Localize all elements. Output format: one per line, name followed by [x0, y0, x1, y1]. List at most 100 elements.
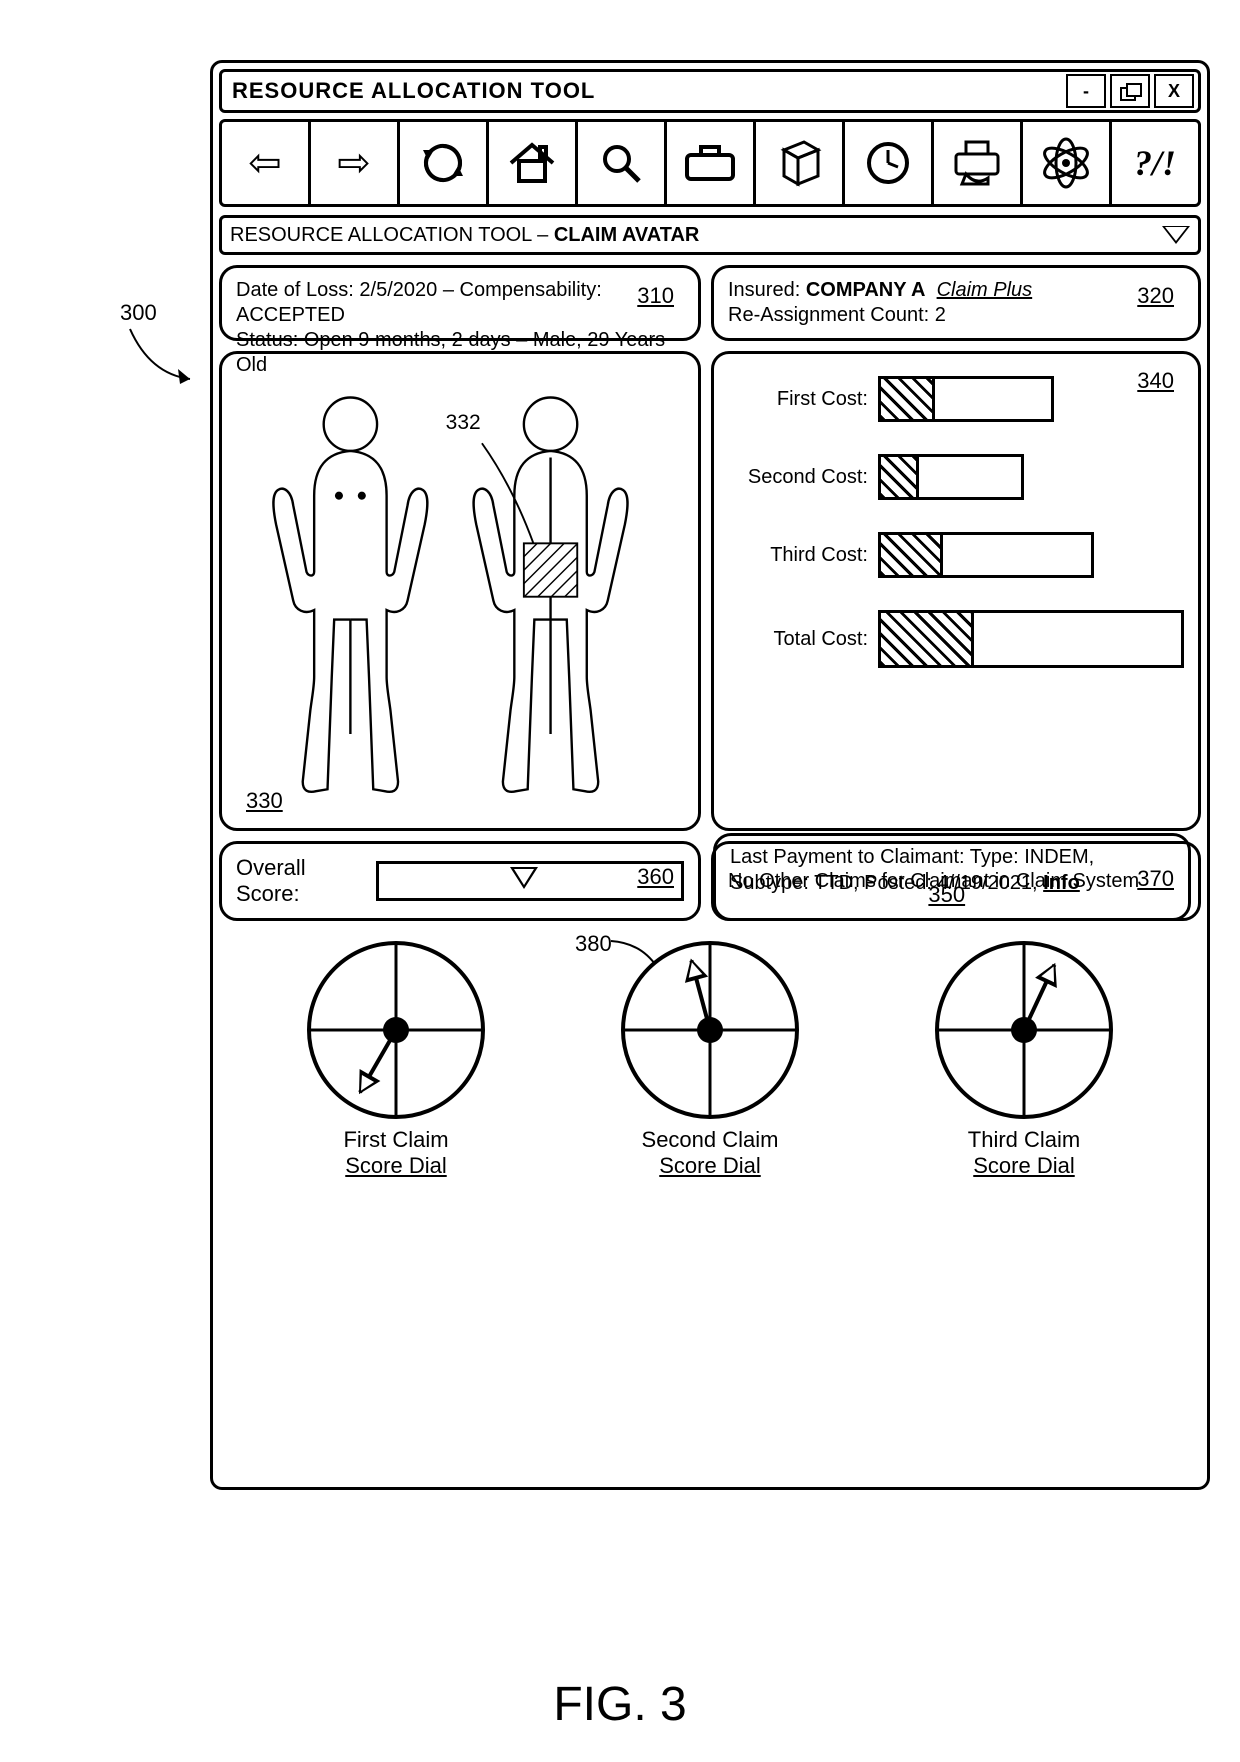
claim-header-panel: 310 Date of Loss: 2/5/2020 – Compensabil…: [219, 265, 701, 341]
bar-label-4: Total Cost:: [728, 628, 868, 651]
dial-3-label-line1: Third Claim: [968, 1127, 1080, 1152]
content-grid: 310 Date of Loss: 2/5/2020 – Compensabil…: [219, 265, 1201, 921]
search-button[interactable]: [578, 122, 667, 204]
bar-label-1: First Cost:: [728, 388, 868, 411]
briefcase-icon: [683, 143, 737, 183]
window-minimize-button[interactable]: -: [1066, 74, 1106, 108]
dial-3-wrap: Third Claim Score Dial: [935, 941, 1113, 1180]
ref-340: 340: [1137, 368, 1174, 394]
bar-4: [878, 610, 1184, 668]
forward-icon: ⇨: [337, 140, 371, 186]
bar-1: [878, 376, 1054, 422]
overall-score-panel: Overall Score: 360: [219, 841, 701, 921]
p320-line2: Re-Assignment Count: 2: [728, 303, 1184, 328]
figure-reference-300: 300: [120, 300, 210, 400]
ref-380: 380: [575, 931, 612, 957]
refresh-icon: [420, 140, 466, 186]
home-button[interactable]: [489, 122, 578, 204]
first-claim-score-dial[interactable]: [307, 941, 485, 1119]
dial-1-wrap: First Claim Score Dial: [307, 941, 485, 1180]
dial-2-label-line2: Score Dial: [659, 1153, 760, 1178]
close-icon: X: [1168, 81, 1180, 102]
dol-value: 2/5/2020: [359, 279, 437, 301]
ref-320: 320: [1137, 282, 1174, 310]
claim-plus-link[interactable]: Claim Plus: [937, 279, 1033, 301]
ref-360: 360: [637, 864, 674, 890]
window-restore-button[interactable]: [1110, 74, 1150, 108]
bar-row-4: Total Cost:: [728, 610, 1184, 668]
dial-hub-icon: [383, 1017, 409, 1043]
bar-row-1: First Cost:: [728, 376, 1184, 422]
briefcase-button[interactable]: [667, 122, 756, 204]
dial-3-label-line2: Score Dial: [973, 1153, 1074, 1178]
cost-bar-chart: First Cost: Second Cost: Third Cost: Tot…: [728, 364, 1184, 668]
subheader-text: RESOURCE ALLOCATION TOOL – CLAIM AVATAR: [230, 224, 1156, 247]
insured-company: COMPANY A: [806, 279, 926, 301]
info-link[interactable]: Info: [1043, 872, 1080, 894]
bar-label-2: Second Cost:: [728, 466, 868, 489]
ref-332: 332: [446, 411, 481, 434]
dial-hub-icon: [1011, 1017, 1037, 1043]
dial-2-label: Second Claim Score Dial: [642, 1127, 779, 1180]
dials-row: First Claim Score Dial 380 Second Claim …: [219, 941, 1201, 1180]
dial-2-wrap: 380 Second Claim Score Dial: [621, 941, 799, 1180]
forward-button[interactable]: ⇨: [311, 122, 400, 204]
insured-label: Insured:: [728, 279, 806, 301]
atom-icon: [1038, 135, 1094, 191]
app-window: RESOURCE ALLOCATION TOOL - X ⇦ ⇨: [210, 60, 1210, 1490]
dol-label: Date of Loss:: [236, 279, 359, 301]
bar-row-2: Second Cost:: [728, 454, 1184, 500]
dial-2-label-line1: Second Claim: [642, 1127, 779, 1152]
tool-subheader: RESOURCE ALLOCATION TOOL – CLAIM AVATAR: [219, 215, 1201, 255]
dial-1-label-line2: Score Dial: [345, 1153, 446, 1178]
second-claim-score-dial[interactable]: [621, 941, 799, 1119]
last-payment-text: Last Payment to Claimant: Type: INDEM, S…: [730, 846, 1094, 894]
atom-button[interactable]: [1023, 122, 1112, 204]
book-button[interactable]: [756, 122, 845, 204]
figure-label: FIG. 3: [553, 1677, 686, 1732]
printer-icon: [950, 138, 1004, 188]
body-avatar-panel: 330: [219, 351, 701, 831]
search-icon: [599, 141, 643, 185]
bar-row-3: Third Cost:: [728, 532, 1184, 578]
back-icon: ⇦: [248, 140, 282, 186]
body-front: [273, 398, 427, 792]
dial-1-label: First Claim Score Dial: [343, 1127, 448, 1180]
clock-icon: [865, 140, 911, 186]
insured-panel: 320 Insured: COMPANY A Claim Plus Re-Ass…: [711, 265, 1201, 341]
minimize-icon: -: [1083, 81, 1089, 102]
injury-marker[interactable]: [524, 543, 577, 596]
book-icon: [774, 138, 824, 188]
ref-300-text: 300: [120, 300, 210, 326]
score-pointer-icon: [510, 867, 538, 889]
overall-score-label: Overall Score:: [236, 855, 364, 907]
subheader-dropdown-icon[interactable]: [1162, 226, 1190, 244]
back-button[interactable]: ⇦: [222, 122, 311, 204]
comp-label: – Compensability:: [437, 279, 602, 301]
dial-hub-icon: [697, 1017, 723, 1043]
bar-label-3: Third Cost:: [728, 544, 868, 567]
subheader-bold: CLAIM AVATAR: [554, 224, 700, 246]
window-close-button[interactable]: X: [1154, 74, 1194, 108]
help-icon: ?/!: [1134, 142, 1176, 184]
dial-3-label: Third Claim Score Dial: [968, 1127, 1080, 1180]
printer-button[interactable]: [934, 122, 1023, 204]
last-payment-panel: Last Payment to Claimant: Type: INDEM, S…: [713, 833, 1191, 921]
body-svg: 332: [236, 364, 684, 818]
bar-3: [878, 532, 1094, 578]
clock-button[interactable]: [845, 122, 934, 204]
ref-330: 330: [246, 788, 283, 814]
ref-350: 350: [928, 881, 965, 910]
third-claim-score-dial[interactable]: [935, 941, 1113, 1119]
cost-panel: 340 First Cost: Second Cost: Third Cost:…: [711, 351, 1201, 831]
refresh-button[interactable]: [400, 122, 489, 204]
p320-line1: Insured: COMPANY A Claim Plus: [728, 278, 1184, 303]
bar-2: [878, 454, 1024, 500]
p310-line1: Date of Loss: 2/5/2020 – Compensability:…: [236, 278, 684, 328]
help-button[interactable]: ?/!: [1112, 122, 1198, 204]
home-icon: [507, 141, 557, 185]
comp-value: ACCEPTED: [236, 304, 345, 326]
dial-1-label-line1: First Claim: [343, 1127, 448, 1152]
main-toolbar: ⇦ ⇨: [219, 119, 1201, 207]
subheader-prefix: RESOURCE ALLOCATION TOOL –: [230, 224, 554, 246]
